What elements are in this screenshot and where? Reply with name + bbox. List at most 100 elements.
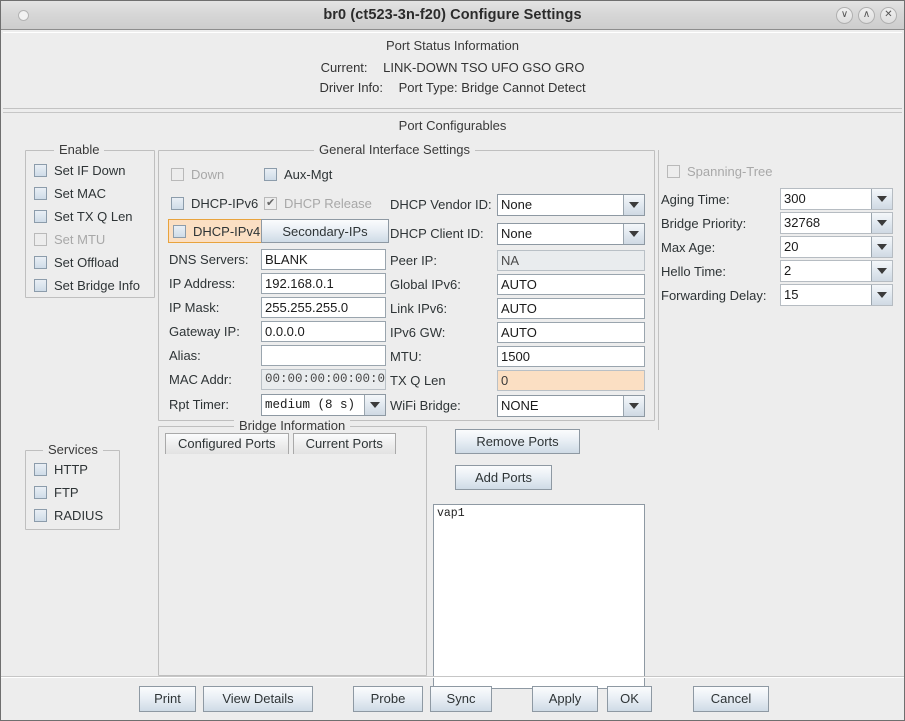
apply-button[interactable]: Apply [532,685,598,712]
ports-panel: Remove Ports Add Ports vap1 [433,429,645,689]
checkbox-set-bridge-info[interactable]: Set Bridge Info [34,274,140,297]
ok-button[interactable]: OK [607,685,652,712]
bridge-info-legend: Bridge Information [234,418,351,433]
window-menu-icon[interactable] [18,9,29,21]
chevron-down-icon[interactable] [871,213,892,233]
checkbox-label: Set Bridge Info [54,278,140,293]
checkbox-box-icon[interactable] [34,164,47,177]
field-label: Max Age: [661,239,716,255]
chevron-down-icon[interactable] [364,394,385,415]
checkbox-set-if-down[interactable]: Set IF Down [34,159,140,182]
checkbox-box-icon[interactable] [34,256,47,269]
ipv6-gw-input[interactable]: AUTO [497,321,645,343]
checkbox-box-icon[interactable] [34,210,47,223]
ip-mask-input[interactable]: 255.255.255.0 [261,296,386,318]
checkbox-spanning-tree: Spanning-Tree [667,160,773,183]
spanning-tree-rows: Aging Time: 300 Bridge Priority: 32768 M… [658,187,896,307]
checkbox-box-icon[interactable] [34,509,47,522]
forwarding-delay-dropdown[interactable]: 15 [780,284,893,306]
field-label: Link IPv6: [390,300,448,316]
checkbox-set-offload[interactable]: Set Offload [34,251,140,274]
global-ipv6-input[interactable]: AUTO [497,273,645,295]
chevron-down-icon[interactable] [871,189,892,209]
field-label: Peer IP: [390,252,437,268]
field-label: DHCP Client ID: [390,226,484,241]
aging-time-value: 300 [781,189,871,209]
dhcp-client-id-dropdown[interactable]: None [497,222,645,245]
cancel-button[interactable]: Cancel [693,685,769,712]
close-icon[interactable]: ✕ [880,6,897,24]
field-label: IP Address: [169,275,236,291]
field-row-gateway-ip: Gateway IP: 0.0.0.0 [169,319,404,343]
field-row-ip-address: IP Address: 192.168.0.1 [169,271,404,295]
checkbox-box-icon[interactable] [34,279,47,292]
checkbox-label: DHCP Release [284,196,372,211]
mtu-input[interactable]: 1500 [497,345,645,367]
hello-time-dropdown[interactable]: 2 [780,260,893,282]
ports-listbox[interactable]: vap1 [433,504,645,689]
list-item[interactable]: vap1 [434,505,644,520]
field-label: WiFi Bridge: [390,398,461,413]
services-legend: Services [43,442,103,457]
checkbox-dhcp-release: DHCP Release [264,192,372,215]
checkbox-dhcp-ipv6[interactable]: DHCP-IPv6 [171,192,258,215]
bridge-priority-dropdown[interactable]: 32768 [780,212,893,234]
chevron-down-icon[interactable] [871,285,892,305]
checkbox-box-icon[interactable] [34,486,47,499]
dhcp-client-id-value: None [498,223,623,244]
rpt-timer-dropdown[interactable]: medium (8 s) [261,393,386,416]
checkbox-box-icon[interactable] [264,168,277,181]
alias-input[interactable] [261,344,386,366]
add-ports-button[interactable]: Add Ports [455,465,552,490]
title-bar: br0 (ct523-3n-f20) Configure Settings ∨ … [1,1,904,30]
field-label: Hello Time: [661,263,727,279]
tx-q-len-input[interactable]: 0 [497,369,645,391]
field-row-peer-ip: Peer IP: NA [390,248,645,272]
dhcp-vendor-id-dropdown[interactable]: None [497,193,645,216]
checkbox-label: Aux-Mgt [284,167,333,182]
chevron-down-icon[interactable] [623,194,644,215]
checkbox-dhcp-ipv4[interactable]: DHCP-IPv4 [168,219,268,243]
field-row-wifi-bridge: WiFi Bridge: NONE [390,392,645,419]
spanning-row-forwarding-delay: Forwarding Delay: 15 [658,283,896,307]
checkbox-box-icon[interactable] [171,197,184,210]
print-button[interactable]: Print [139,685,196,712]
chevron-down-icon[interactable] [623,395,644,416]
wifi-bridge-dropdown[interactable]: NONE [497,394,645,417]
view-details-button[interactable]: View Details [203,685,313,712]
status-current-row: Current: LINK-DOWN TSO UFO GSO GRO [3,60,902,75]
checkbox-label: HTTP [54,462,88,477]
remove-ports-button[interactable]: Remove Ports [455,429,580,454]
tab-configured-ports[interactable]: Configured Ports [165,433,289,454]
checkbox-aux-mgt[interactable]: Aux-Mgt [264,163,332,186]
dns-servers-input[interactable]: BLANK [261,248,386,270]
checkbox-label: Down [191,167,225,182]
checkbox-http[interactable]: HTTP [34,458,103,481]
checkbox-set-mtu: Set MTU [34,228,140,251]
general-right-fields: DHCP Vendor ID: None DHCP Client ID: Non… [390,190,645,419]
field-row-dhcp-client-id: DHCP Client ID: None [390,219,645,248]
aging-time-dropdown[interactable]: 300 [780,188,893,210]
checkbox-box-icon[interactable] [34,187,47,200]
tab-current-ports[interactable]: Current Ports [292,433,396,454]
max-age-dropdown[interactable]: 20 [780,236,893,258]
chevron-down-icon[interactable] [871,261,892,281]
link-ipv6-input[interactable]: AUTO [497,297,645,319]
chevron-down-icon[interactable] [871,237,892,257]
sync-button[interactable]: Sync [430,685,492,712]
minimize-icon[interactable]: ∨ [836,6,853,24]
maximize-icon[interactable]: ∧ [858,6,875,24]
checkbox-set-mac[interactable]: Set MAC [34,182,140,205]
secondary-ips-button[interactable]: Secondary-IPs [261,219,389,243]
checkbox-box-icon[interactable] [173,224,186,238]
status-title: Port Status Information [386,38,519,53]
checkbox-ftp[interactable]: FTP [34,481,103,504]
ip-address-input[interactable]: 192.168.0.1 [261,272,386,294]
checkbox-set-tx-q-len[interactable]: Set TX Q Len [34,205,140,228]
checkbox-radius[interactable]: RADIUS [34,504,103,527]
checkbox-box-icon[interactable] [34,463,47,476]
gateway-ip-input[interactable]: 0.0.0.0 [261,320,386,342]
chevron-down-icon[interactable] [623,223,644,244]
probe-button[interactable]: Probe [353,685,423,712]
status-driver-value: Port Type: Bridge Cannot Detect [398,80,586,95]
